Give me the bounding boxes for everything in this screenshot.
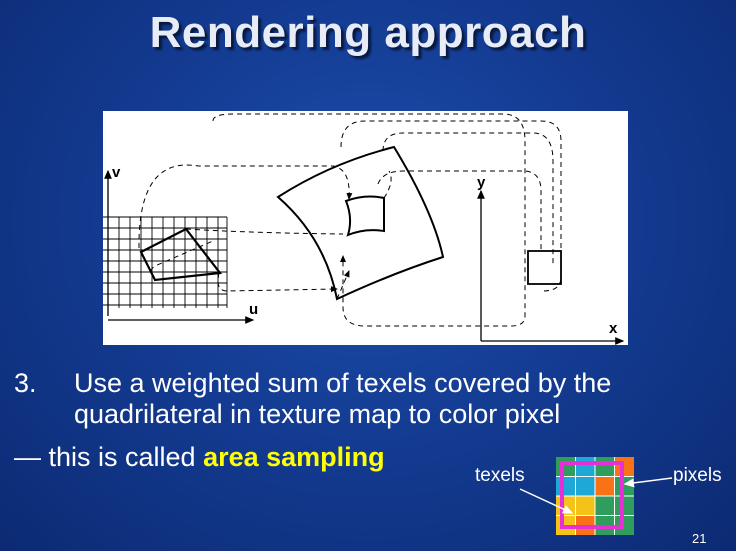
callout-arrows <box>519 477 673 514</box>
page-number: 21 <box>692 531 707 546</box>
pixels-arrow <box>623 477 673 488</box>
texels-arrow <box>519 488 574 514</box>
